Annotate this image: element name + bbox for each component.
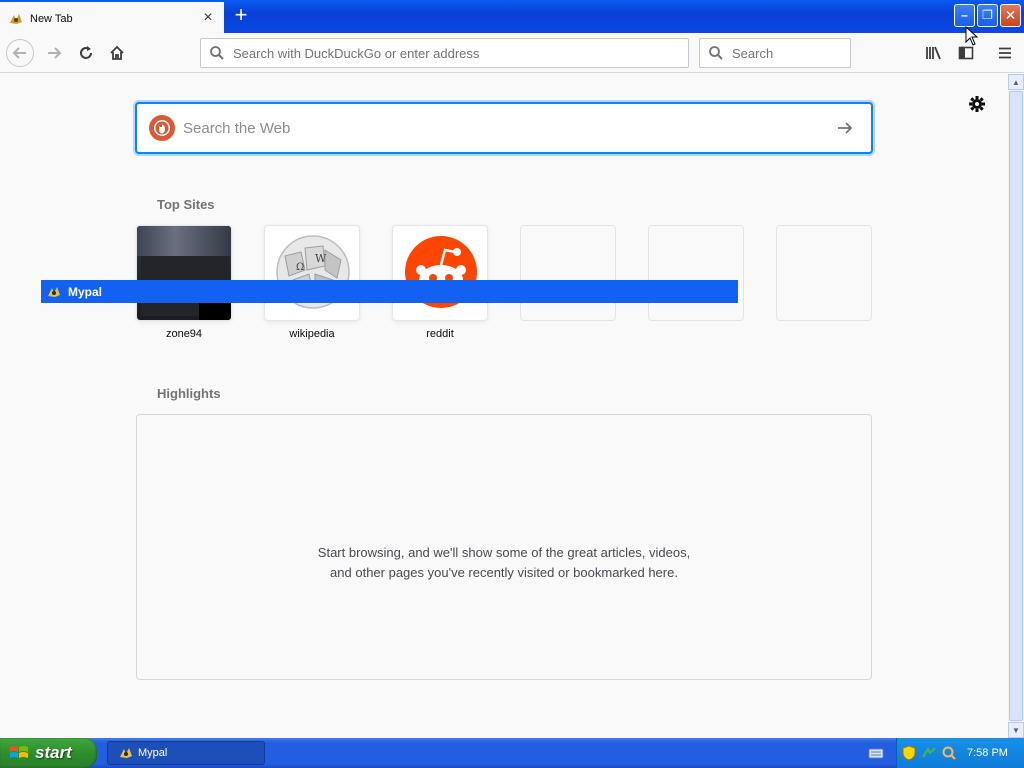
security-shield-icon[interactable] [901, 745, 917, 761]
forward-button[interactable] [40, 39, 68, 67]
mypal-icon [46, 284, 62, 300]
menu-button[interactable] [991, 39, 1019, 67]
svg-text:W: W [315, 252, 327, 265]
nav-toolbar [0, 33, 1024, 73]
mypal-icon [8, 11, 24, 27]
top-site-empty[interactable] [776, 225, 872, 328]
start-label: start [35, 743, 72, 762]
site-label: reddit [426, 328, 454, 340]
site-thumbnail [136, 225, 232, 321]
mypal-icon [118, 745, 134, 761]
search-input[interactable] [732, 45, 908, 61]
url-bar[interactable] [200, 38, 689, 68]
duckduckgo-logo-icon [149, 115, 175, 141]
restore-button[interactable]: ❐ [977, 4, 998, 27]
network-icon[interactable] [921, 745, 937, 761]
home-button[interactable] [103, 39, 131, 67]
tab-new-tab[interactable]: New Tab × [0, 2, 224, 33]
search-submit-arrow-icon[interactable] [833, 116, 857, 140]
scroll-down-arrow-icon[interactable]: ▼ [1008, 722, 1024, 738]
url-input[interactable] [233, 45, 688, 61]
reload-button[interactable] [72, 39, 100, 67]
top-site-empty[interactable] [648, 225, 744, 328]
reddit-logo-icon [392, 225, 488, 321]
windows-flag-icon [8, 743, 30, 763]
vertical-scrollbar[interactable]: ▲ ▼ [1008, 74, 1024, 738]
highlights-heading: Highlights [157, 386, 221, 401]
tab-close-icon[interactable]: × [200, 9, 216, 27]
back-button[interactable] [6, 39, 34, 67]
highlights-empty-state: Start browsing, and we'll show some of t… [136, 414, 872, 680]
search-bar[interactable] [699, 38, 908, 68]
top-sites-heading: Top Sites [157, 197, 215, 212]
scroll-thumb[interactable] [1009, 91, 1023, 721]
top-site-empty[interactable] [520, 225, 616, 328]
start-button[interactable]: start [0, 738, 97, 768]
search-icon [209, 45, 225, 61]
search-icon [708, 45, 724, 61]
close-window-button[interactable]: ✕ [1000, 4, 1021, 27]
web-search-box[interactable] [135, 102, 873, 154]
keyboard-icon[interactable] [868, 745, 884, 761]
settings-button[interactable] [965, 92, 989, 116]
sidebar-icon [958, 46, 974, 60]
scroll-up-arrow-icon[interactable]: ▲ [1008, 74, 1024, 90]
home-icon [110, 45, 124, 60]
back-arrow-icon [12, 47, 26, 59]
mouse-cursor-icon [965, 25, 979, 46]
highlights-message: Start browsing, and we'll show some of t… [317, 545, 691, 580]
web-search-input[interactable] [183, 119, 833, 137]
taskbar-item-label: Mypal [138, 747, 168, 759]
search-tray-icon[interactable] [941, 745, 957, 761]
library-button[interactable] [920, 39, 948, 67]
title-bar: New Tab × + – ❐ ✕ [0, 0, 1024, 33]
taskbar: start Mypal 7:58 PM [0, 738, 1024, 768]
site-label: wikipedia [289, 328, 335, 340]
wikipedia-logo-icon: Ω W ω [264, 225, 360, 321]
clock: 7:58 PM [967, 747, 1008, 759]
mypal-bar-title: Mypal [68, 284, 103, 299]
system-tray: 7:58 PM [896, 738, 1024, 768]
reload-icon [80, 46, 92, 59]
taskbar-item-mypal[interactable]: Mypal [107, 741, 265, 765]
empty-tile [520, 225, 616, 321]
new-tab-button[interactable]: + [230, 4, 252, 27]
gear-icon [969, 96, 985, 112]
hamburger-icon [999, 47, 1011, 59]
new-tab-page: Top Sites zone94 Ω W ω wikipedia [0, 74, 1008, 738]
forward-arrow-icon [48, 47, 62, 59]
tab-title: New Tab [30, 12, 73, 25]
library-icon [926, 46, 941, 60]
empty-tile [776, 225, 872, 321]
empty-tile [648, 225, 744, 321]
svg-text:Ω: Ω [296, 262, 304, 273]
minimize-button[interactable]: – [954, 4, 975, 27]
site-label: zone94 [165, 328, 203, 340]
mypal-window-bar[interactable]: Mypal [41, 280, 738, 303]
